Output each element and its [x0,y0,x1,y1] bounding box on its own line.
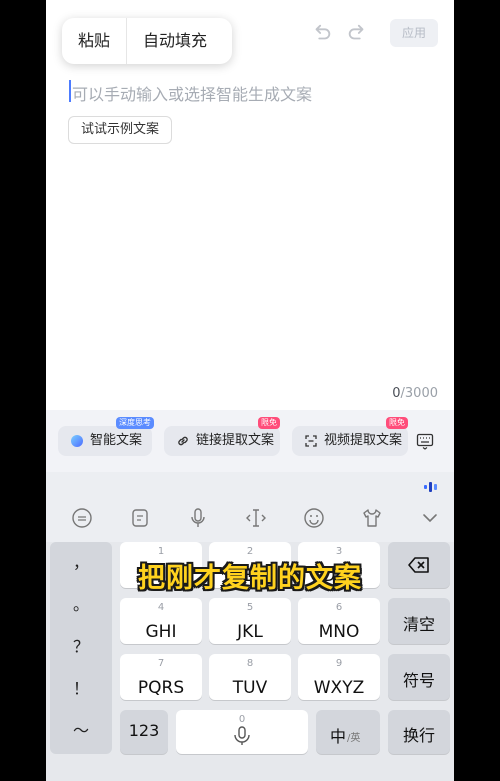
char-count: 0 [392,386,401,401]
key-letters: TUV [232,678,268,698]
sparkle-orb-icon [71,435,83,447]
key-number: 3 [335,546,343,557]
skin-icon[interactable] [360,506,384,530]
lang-main-label: 中 [330,727,347,746]
context-menu: 粘贴 自动填充 [62,18,232,64]
free-badge: 限免 [258,417,280,429]
keyboard-ai-logo-icon[interactable] [422,480,440,494]
key-letters: WXYZ [313,678,365,698]
key-number: 5 [246,602,254,613]
link-extract-label: 链接提取文案 [196,433,275,448]
key-letters: JKL [237,622,263,642]
apply-button[interactable]: 应用 [390,19,438,47]
collapse-chevron-icon[interactable] [418,506,442,530]
punct-key[interactable]: 。 [50,584,112,626]
language-switch-key[interactable]: 中 /英 [316,710,380,754]
backspace-icon [408,557,429,573]
space-number: 0 [238,714,246,725]
copy-input-placeholder[interactable]: 可以手动输入或选择智能生成文案 [72,81,312,105]
key-letters: MNO [318,622,360,642]
voice-input-icon [234,726,250,745]
link-icon [178,436,188,446]
punctuation-column[interactable]: ， 。 ？ ！ ～ [50,542,112,754]
overlay-caption: 把刚才复制的文案 [138,563,362,594]
smile-icon[interactable] [302,506,326,530]
backspace-key[interactable] [388,542,450,588]
key-number: 4 [157,602,165,613]
lang-alt-label: /英 [347,733,361,744]
enter-key[interactable]: 换行 [388,710,450,754]
t9-keyboard: ， 。 ？ ！ ～ 1 2 ABC 3 DEF 4 GHI 5 JKL 6 MN… [46,542,454,781]
keyboard-icon[interactable] [416,432,434,450]
key-6[interactable]: 6 MNO [298,598,380,644]
deep-think-badge: 深度思考 [116,417,154,429]
key-number: 1 [157,546,165,557]
key-letters: PQRS [137,678,185,698]
key-7[interactable]: 7 PQRS [120,654,202,700]
phone-screen: 粘贴 自动填充 应用 可以手动输入或选择智能生成文案 试试示例文案 0/3000… [46,0,454,781]
key-number: 6 [335,602,343,613]
microphone-icon[interactable] [186,506,210,530]
emoji-face-icon[interactable] [70,506,94,530]
copy-tools-bar: 智能文案 深度思考 链接提取文案 限免 视频提取文案 限免 [46,410,454,472]
autofill-button[interactable]: 自动填充 [127,18,223,64]
redo-icon[interactable] [346,22,368,44]
key-9[interactable]: 9 WXYZ [298,654,380,700]
key-8[interactable]: 8 TUV [209,654,291,700]
number-mode-label: 123 [128,721,160,740]
key-4[interactable]: 4 GHI [120,598,202,644]
text-cursor [69,80,71,102]
undo-icon[interactable] [311,22,333,44]
punct-key[interactable]: ， [50,542,112,584]
key-number: 9 [335,658,343,669]
number-mode-key[interactable]: 123 [120,710,168,754]
punct-key[interactable]: ～ [50,710,112,752]
key-letters: GHI [145,622,177,642]
try-example-button[interactable]: 试试示例文案 [68,116,173,144]
symbol-label: 符号 [402,671,435,690]
clear-key[interactable]: 清空 [388,598,450,644]
key-number: 7 [157,658,165,669]
paste-button[interactable]: 粘贴 [62,18,126,64]
char-limit: /3000 [400,386,438,401]
symbol-key[interactable]: 符号 [388,654,450,700]
enter-label: 换行 [402,726,435,745]
smart-copy-button[interactable]: 智能文案 深度思考 [58,417,154,456]
key-number: 2 [246,546,254,557]
punct-key[interactable]: ！ [50,668,112,710]
clipboard-icon[interactable] [128,506,152,530]
scan-icon [305,435,317,447]
link-extract-button[interactable]: 链接提取文案 限免 [164,417,280,456]
free-badge: 限免 [386,417,408,429]
char-counter: 0/3000 [392,386,438,401]
key-5[interactable]: 5 JKL [209,598,291,644]
key-number: 8 [246,658,254,669]
video-extract-button[interactable]: 视频提取文案 限免 [292,417,408,456]
keyboard-toolbar [46,472,454,542]
video-extract-label: 视频提取文案 [324,433,403,448]
cursor-move-icon[interactable] [244,506,268,530]
space-key[interactable]: 0 [176,710,308,754]
clear-label: 清空 [402,615,435,634]
smart-copy-label: 智能文案 [90,433,143,448]
punct-key[interactable]: ？ [50,626,112,668]
copy-editor: 粘贴 自动填充 应用 可以手动输入或选择智能生成文案 试试示例文案 0/3000 [46,0,454,410]
